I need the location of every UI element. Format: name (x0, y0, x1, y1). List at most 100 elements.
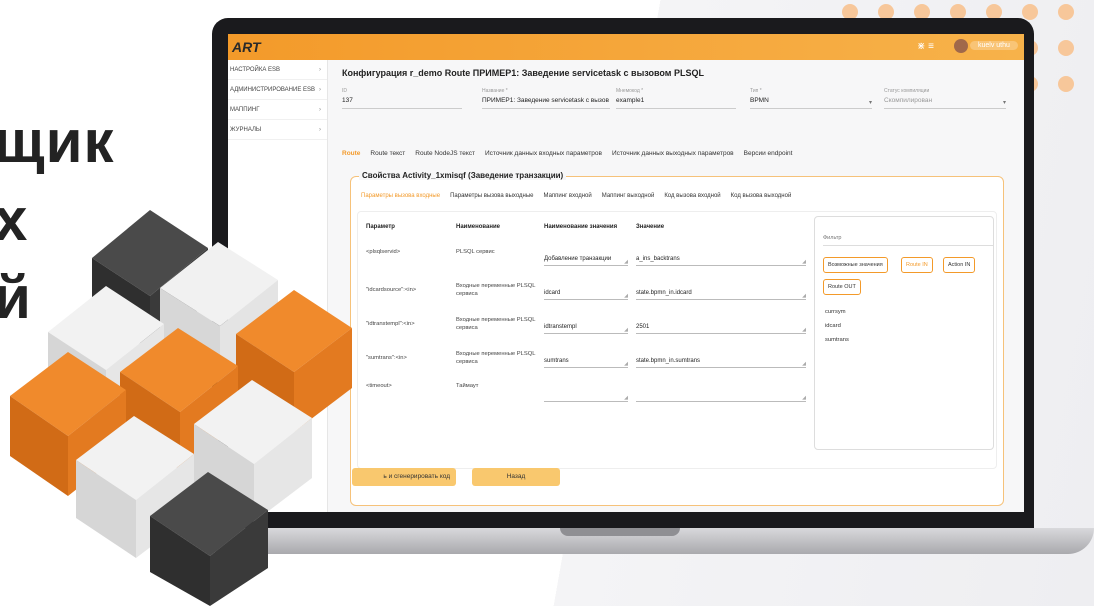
sidebar-item-label: МАППИНГ (230, 107, 260, 113)
subtab-input-params[interactable]: Параметры вызова входные (361, 193, 440, 199)
value-name-text: idtranstempl (544, 324, 577, 330)
value-name-text: Добавление транзакции (544, 256, 612, 262)
subtab-output-code[interactable]: Код вызова выходной (731, 193, 792, 199)
subtab-output-mapping[interactable]: Маппинг выходной (602, 193, 655, 199)
value-name-input[interactable]: Добавление транзакции ◢ (544, 256, 628, 266)
mnemonic-value[interactable]: example1 (616, 97, 736, 109)
column-header: Значение (636, 224, 665, 230)
value-name-input[interactable]: idtranstempl ◢ (544, 324, 628, 334)
status-value[interactable]: Скомпилирован (884, 97, 1006, 109)
laptop-notch (560, 528, 680, 536)
value-name-input[interactable]: ◢ (544, 392, 628, 402)
value-text: state.bpmn_in.sumtrans (636, 358, 701, 364)
cube-cluster-illustration (10, 210, 352, 606)
resize-grip-icon: ◢ (802, 361, 806, 367)
value-name-input[interactable]: sumtrans ◢ (544, 358, 628, 368)
value-name-text: sumtrans (544, 358, 569, 364)
tab-input-source[interactable]: Источник данных входных параметров (485, 150, 602, 157)
name-field[interactable]: Название * ПРИМЕР1: Заведение servicetas… (482, 88, 610, 109)
decorative-dot (1058, 76, 1074, 92)
main-content: Конфигурация r_demo Route ПРИМЕР1: Завед… (328, 60, 1024, 512)
value-text: state.bpmn_in.idcard (636, 290, 692, 296)
decorative-dot (1022, 4, 1038, 20)
chevron-right-icon: › (319, 127, 321, 133)
app-logo[interactable]: ART (232, 39, 261, 55)
route-in-button[interactable]: Route IN (901, 257, 933, 273)
chevron-right-icon: › (319, 107, 321, 113)
subtab-output-params[interactable]: Параметры вызова выходные (450, 193, 533, 199)
filter-list-item[interactable]: idcard (825, 323, 841, 329)
resize-grip-icon: ◢ (624, 395, 628, 401)
name-cell: PLSQL сервис (456, 249, 495, 255)
dropdown-arrow-icon: ▾ (868, 100, 872, 106)
chevron-right-icon: › (319, 87, 321, 93)
action-in-button[interactable]: Action IN (943, 257, 976, 273)
decorative-dot (1058, 40, 1074, 56)
param-subtabs: Параметры вызова входные Параметры вызов… (361, 193, 791, 199)
filter-input[interactable] (823, 245, 993, 246)
tab-route-text[interactable]: Route текст (370, 150, 405, 157)
resize-grip-icon: ◢ (624, 259, 628, 265)
tab-endpoint-versions[interactable]: Версии endpoint (744, 150, 793, 157)
subtab-input-code[interactable]: Код вызова входной (664, 193, 720, 199)
dropdown-arrow-icon: ▾ (1002, 100, 1006, 106)
sidebar-item-mapping[interactable]: МАППИНГ › (228, 100, 327, 120)
mnemonic-field[interactable]: Мнемокод * example1 (616, 88, 736, 109)
menu-icon[interactable]: ⋇ ≡ (917, 41, 934, 52)
status-label: Статус компиляции (884, 88, 930, 94)
chevron-right-icon: › (319, 67, 321, 73)
sidebar-item-label: АДМИНИСТРИРОВАНИЕ ESB (230, 87, 315, 93)
panel-title: Свойства Activity_1xmisqf (Заведение тра… (359, 171, 567, 180)
status-select[interactable]: Статус компиляции Скомпилирован ▾ (884, 88, 1006, 109)
activity-properties-panel: Свойства Activity_1xmisqf (Заведение тра… (350, 171, 1004, 506)
id-label: ID (342, 88, 347, 94)
params-table: Параметр Наименование Наименование значе… (357, 211, 997, 469)
value-input[interactable]: a_ins_backtrans ◢ (636, 256, 806, 266)
column-header: Наименование (456, 224, 501, 230)
value-name-text: idcard (544, 290, 561, 296)
sidebar-item-label: ЖУРНАЛЫ (230, 127, 262, 133)
type-select[interactable]: Тип * BPMN ▾ (750, 88, 872, 109)
resize-grip-icon: ◢ (802, 395, 806, 401)
value-name-input[interactable]: idcard ◢ (544, 290, 628, 300)
back-button[interactable]: Назад (472, 468, 560, 486)
name-value[interactable]: ПРИМЕР1: Заведение servicetask с вызов (482, 97, 610, 109)
resize-grip-icon: ◢ (802, 293, 806, 299)
filter-list-item[interactable]: currsym (825, 309, 846, 315)
value-input[interactable]: state.bpmn_in.idcard ◢ (636, 290, 806, 300)
value-input[interactable]: state.bpmn_in.sumtrans ◢ (636, 358, 806, 368)
type-label: Тип * (750, 88, 762, 94)
headline-line-1: щик (0, 108, 115, 175)
tab-route[interactable]: Route (342, 150, 360, 157)
mnemonic-label: Мнемокод * (616, 88, 644, 94)
resize-grip-icon: ◢ (624, 293, 628, 299)
sidebar-item-label: НАСТРОЙКА ESB (230, 67, 281, 73)
type-value[interactable]: BPMN (750, 97, 872, 109)
name-cell: Входные переменные PLSQL сервиса (456, 351, 536, 365)
promo-stage: щик х й ART ⋇ ≡ kuelv uthu НАСТРОЙКА ESB… (0, 0, 1094, 606)
page-title: Конфигурация r_demo Route ПРИМЕР1: Завед… (342, 68, 704, 78)
top-bar: ART ⋇ ≡ kuelv uthu (228, 34, 1024, 60)
sidebar-item-journals[interactable]: ЖУРНАЛЫ › (228, 120, 327, 140)
sidebar-item-esb-settings[interactable]: НАСТРОЙКА ESB › (228, 60, 327, 80)
tab-output-source[interactable]: Источник данных выходных параметров (612, 150, 734, 157)
name-cell: Входные переменные PLSQL сервиса (456, 317, 536, 331)
decorative-dot (1058, 4, 1074, 20)
value-text: 2501 (636, 324, 650, 330)
value-text: a_ins_backtrans (636, 256, 680, 262)
possible-values-button[interactable]: Возможные значения (823, 257, 888, 273)
resize-grip-icon: ◢ (802, 327, 806, 333)
route-out-button[interactable]: Route OUT (823, 279, 861, 295)
tab-route-nodejs-text[interactable]: Route NodeJS текст (415, 150, 475, 157)
value-input[interactable]: 2501 ◢ (636, 324, 806, 334)
sidebar-item-esb-admin[interactable]: АДМИНИСТРИРОВАНИЕ ESB › (228, 80, 327, 100)
filter-list-item[interactable]: sumtrans (825, 337, 849, 343)
id-value[interactable]: 137 (342, 97, 462, 109)
name-label: Название * (482, 88, 508, 94)
value-input[interactable]: ◢ (636, 392, 806, 402)
user-name[interactable]: kuelv uthu (970, 41, 1018, 50)
id-field[interactable]: ID 137 (342, 88, 462, 109)
avatar[interactable] (954, 39, 968, 53)
subtab-input-mapping[interactable]: Маппинг входной (544, 193, 592, 199)
route-tabs: Route Route текст Route NodeJS текст Ист… (342, 150, 792, 157)
